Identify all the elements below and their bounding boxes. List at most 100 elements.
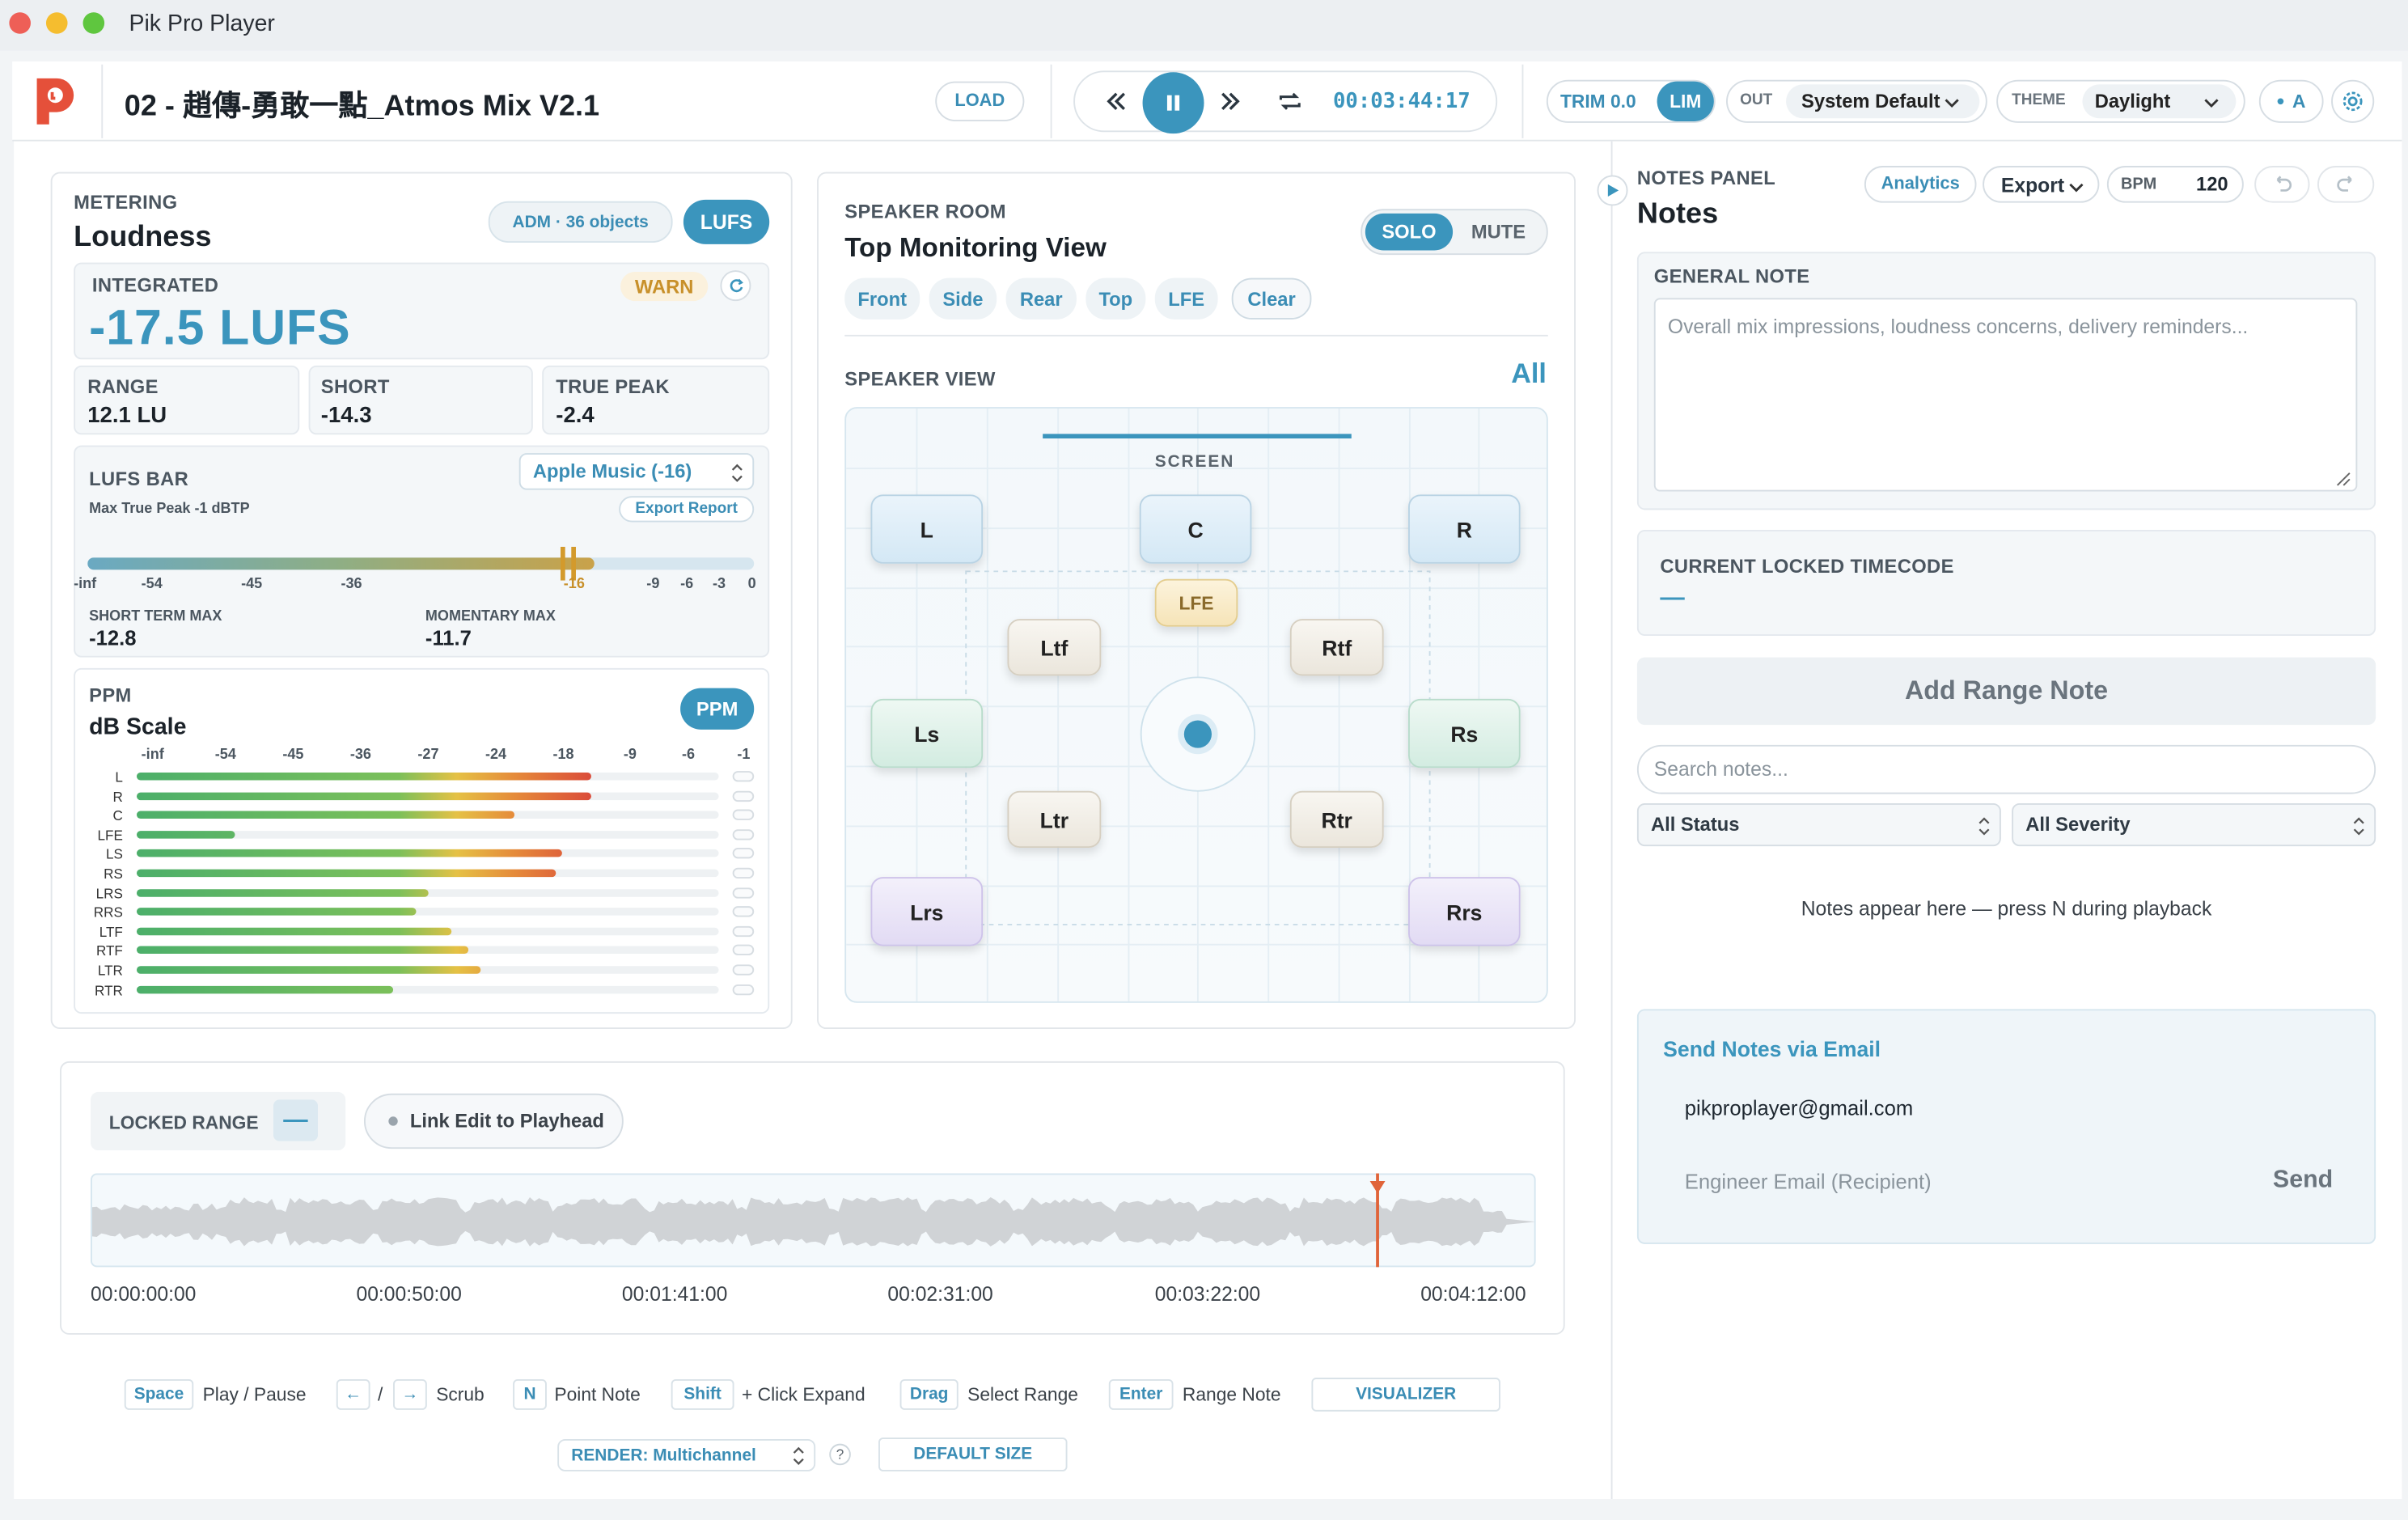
- speaker-R[interactable]: R: [1408, 494, 1521, 564]
- screen-label: SCREEN: [1154, 453, 1235, 472]
- analytics-button[interactable]: Analytics: [1864, 166, 1977, 203]
- ppm-button[interactable]: PPM: [680, 688, 755, 730]
- adm-badge[interactable]: ADM · 36 objects: [488, 201, 673, 243]
- pause-button[interactable]: [1142, 72, 1204, 134]
- ppm-channel-label: RS: [104, 866, 123, 882]
- lufs-preset-select[interactable]: Apple Music (-16): [518, 453, 755, 490]
- chevron-down-icon: [1943, 92, 1962, 111]
- minimize-window-button[interactable]: [45, 12, 68, 34]
- mute-button[interactable]: MUTE: [1471, 221, 1526, 243]
- ppm-scale-tick: -6: [681, 746, 696, 764]
- speaker-Rs[interactable]: Rs: [1408, 698, 1521, 768]
- ppm-meter-track: [136, 946, 719, 955]
- add-range-note-button[interactable]: Add Range Note: [1636, 657, 2376, 726]
- speaker-Lrs[interactable]: Lrs: [870, 877, 984, 946]
- scale-9: -9: [646, 575, 660, 593]
- visualizer-button[interactable]: VISUALIZER: [1311, 1378, 1500, 1412]
- ppm-clip-indicator[interactable]: [732, 906, 755, 917]
- ppm-meter-track: [136, 791, 719, 800]
- ppm-clip-indicator[interactable]: [732, 887, 755, 898]
- ppm-clip-indicator[interactable]: [732, 984, 755, 995]
- fast-forward-icon[interactable]: [1215, 86, 1246, 116]
- locked-range-clear-button[interactable]: —: [273, 1099, 319, 1141]
- export-report-button[interactable]: Export Report: [619, 496, 755, 523]
- accessibility-button[interactable]: A: [2258, 79, 2324, 123]
- send-button[interactable]: Send: [2273, 1167, 2333, 1195]
- ppm-scale-tick: -27: [417, 746, 439, 764]
- ppm-clip-indicator[interactable]: [732, 945, 755, 956]
- loop-icon[interactable]: [1275, 86, 1306, 116]
- window-title: Pik Pro Player: [129, 11, 275, 37]
- close-window-button[interactable]: [9, 12, 31, 34]
- ppm-scale-tick: -45: [282, 746, 304, 764]
- ppm-scale-tick: -9: [623, 746, 637, 764]
- filter-front[interactable]: Front: [844, 277, 920, 320]
- rewind-icon[interactable]: [1101, 86, 1132, 116]
- speaker-Rrs[interactable]: Rrs: [1408, 877, 1521, 946]
- ppm-meter-fill: [136, 849, 562, 858]
- waveform-display[interactable]: [91, 1173, 1536, 1268]
- ppm-scale-tick: -1: [737, 746, 751, 764]
- ppm-clip-indicator[interactable]: [732, 790, 755, 802]
- speaker-Rtr[interactable]: Rtr: [1289, 790, 1384, 849]
- recipient-email-input[interactable]: Engineer Email (Recipient): [1685, 1171, 1932, 1193]
- speaker-LFE[interactable]: LFE: [1154, 578, 1238, 627]
- resize-handle-icon[interactable]: [2333, 467, 2351, 486]
- limiter-button[interactable]: LIM: [1657, 81, 1714, 121]
- ppm-clip-indicator[interactable]: [732, 809, 755, 821]
- loudness-title: Loudness: [74, 221, 212, 254]
- ppm-clip-indicator[interactable]: [732, 867, 755, 879]
- key-separator: /: [378, 1383, 383, 1406]
- momentary-max-value: -11.7: [425, 626, 472, 650]
- ppm-clip-indicator[interactable]: [732, 964, 755, 976]
- notes-empty-state: Notes appear here — press N during playb…: [1801, 896, 2212, 921]
- ppm-clip-indicator[interactable]: [732, 848, 755, 860]
- ppm-clip-indicator[interactable]: [732, 771, 755, 782]
- filter-clear[interactable]: Clear: [1231, 277, 1312, 320]
- filter-side[interactable]: Side: [929, 277, 997, 320]
- status-dot: [2276, 98, 2283, 105]
- severity-filter-select[interactable]: All Severity: [2012, 802, 2376, 847]
- ppm-meter-track: [136, 849, 719, 858]
- gear-icon: [2342, 91, 2363, 112]
- speaker-view-all[interactable]: All: [1511, 358, 1547, 390]
- ppm-scale-tick: -24: [485, 746, 507, 764]
- redo-button[interactable]: [2317, 166, 2375, 203]
- help-button[interactable]: ?: [829, 1443, 851, 1466]
- redo-icon: [2336, 176, 2351, 192]
- ppm-channel-label: LTF: [99, 924, 123, 940]
- ppm-meter-track: [136, 811, 719, 819]
- speaker-C[interactable]: C: [1139, 494, 1252, 564]
- ppm-scale-tick: -36: [349, 746, 371, 764]
- render-value: RENDER: Multichannel: [571, 1446, 756, 1465]
- filter-lfe[interactable]: LFE: [1154, 277, 1218, 320]
- render-select[interactable]: RENDER: Multichannel: [557, 1438, 816, 1471]
- ppm-meter-fill: [136, 966, 480, 974]
- trim-button[interactable]: TRIM 0.0: [1560, 91, 1636, 112]
- ppm-clip-indicator[interactable]: [732, 828, 755, 840]
- load-button[interactable]: LOAD: [935, 81, 1025, 121]
- default-size-button[interactable]: DEFAULT SIZE: [878, 1437, 1068, 1471]
- filter-rear[interactable]: Rear: [1005, 277, 1077, 320]
- solo-button[interactable]: SOLO: [1365, 213, 1454, 251]
- ppm-channel-label: L: [115, 769, 123, 785]
- speaker-Ltf[interactable]: Ltf: [1007, 619, 1102, 676]
- speaker-Rtf[interactable]: Rtf: [1289, 619, 1384, 676]
- reset-button[interactable]: [720, 270, 751, 302]
- speaker-Ltr[interactable]: Ltr: [1007, 790, 1102, 849]
- speaker-L[interactable]: L: [870, 494, 984, 564]
- playhead-marker-icon[interactable]: [1370, 1174, 1386, 1194]
- speaker-Ls[interactable]: Ls: [870, 698, 984, 768]
- theme-value: Daylight: [2094, 91, 2171, 112]
- lufs-button[interactable]: LUFS: [683, 199, 770, 244]
- filter-top[interactable]: Top: [1086, 277, 1146, 320]
- ppm-clip-indicator[interactable]: [732, 925, 755, 937]
- undo-button[interactable]: [2254, 166, 2310, 203]
- zoom-window-button[interactable]: [83, 12, 105, 34]
- collapse-notes-button[interactable]: [1597, 175, 1628, 206]
- settings-button[interactable]: [2331, 79, 2375, 123]
- email-from-field[interactable]: pikproplayer@gmail.com: [1685, 1097, 1913, 1120]
- listener-position-icon[interactable]: [1181, 719, 1212, 750]
- locked-timecode-panel: [1636, 530, 2376, 637]
- status-filter-select[interactable]: All Status: [1636, 802, 2001, 847]
